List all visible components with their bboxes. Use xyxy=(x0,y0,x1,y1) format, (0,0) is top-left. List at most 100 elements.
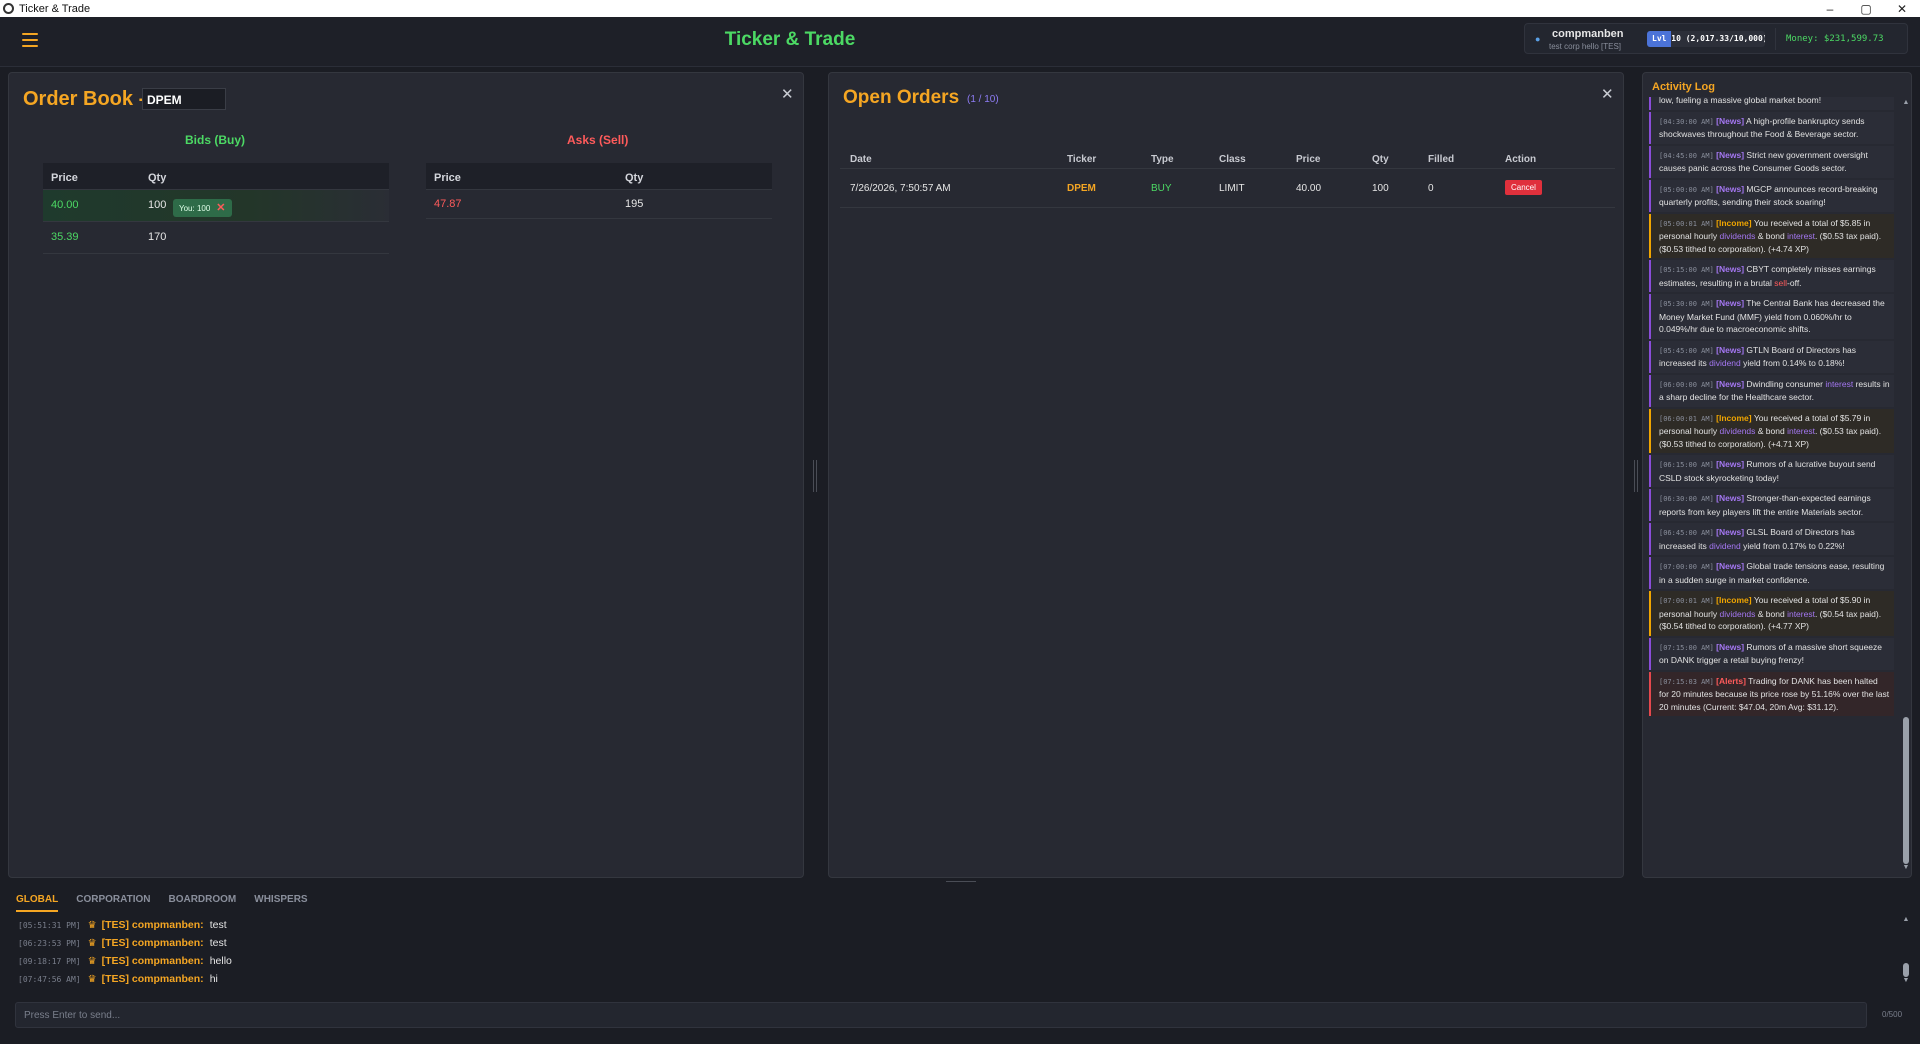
open-orders-panel: Open Orders (1 / 10) ✕ Date Ticker Type … xyxy=(828,72,1624,878)
bids-col-price: Price xyxy=(51,172,78,184)
open-order-row: 7/26/2026, 7:50:57 AM DPEM BUY LIMIT 40.… xyxy=(840,169,1615,208)
order-date: 7/26/2026, 7:50:57 AM xyxy=(850,183,951,194)
level-progress: Lvl 10 (2,017.33/10,000) xyxy=(1647,31,1765,47)
bid-price: 35.39 xyxy=(51,231,79,243)
log-text: & bond xyxy=(1755,231,1788,241)
user-name: compmanben xyxy=(1552,28,1624,40)
scroll-up-icon[interactable]: ▲ xyxy=(1902,916,1910,923)
window-title: Ticker & Trade xyxy=(19,2,91,15)
panel-resize-handle[interactable] xyxy=(813,460,817,492)
log-tag: [News] xyxy=(1716,183,1745,194)
my-order-badge: You: 100 ✕ xyxy=(173,199,232,217)
log-entry: [05:00:00 AM] [News] MGCP announces reco… xyxy=(1649,179,1894,212)
col-filled: Filled xyxy=(1428,154,1455,165)
asks-col-qty: Qty xyxy=(625,172,644,184)
activity-log-title: Activity Log xyxy=(1652,81,1715,93)
chat-text: test xyxy=(209,937,227,949)
panel-resize-handle[interactable] xyxy=(1634,460,1638,492)
log-text: yield from 0.17% to 0.22%! xyxy=(1740,540,1845,551)
cancel-order-button[interactable]: Cancel xyxy=(1505,180,1542,195)
order-ticker[interactable]: DPEM xyxy=(1067,183,1096,194)
chat-text: hello xyxy=(209,955,232,967)
log-time: [06:00:01 AM] xyxy=(1659,414,1714,423)
log-time: [07:00:01 AM] xyxy=(1659,597,1714,605)
order-price: 40.00 xyxy=(1296,183,1322,194)
minimize-button[interactable]: – xyxy=(1812,2,1848,16)
remove-icon[interactable]: ✕ xyxy=(216,202,225,214)
chat-tab-global[interactable]: GLOBAL xyxy=(16,894,59,912)
log-text: yield from 0.14% to 0.18%! xyxy=(1740,358,1845,368)
chat-time: [05:51:31 PM] xyxy=(18,920,81,930)
close-icon[interactable]: ✕ xyxy=(781,85,794,103)
col-ticker: Ticker xyxy=(1067,154,1097,165)
log-tag: [Income] xyxy=(1716,412,1752,423)
chat-panel: GLOBAL CORPORATION BOARDROOM WHISPERS [0… xyxy=(6,884,1914,1040)
maximize-button[interactable]: ▢ xyxy=(1848,2,1884,16)
chat-char-counter: 0/500 xyxy=(1882,1010,1903,1019)
log-tag: [News] xyxy=(1716,459,1745,469)
chat-text: hi xyxy=(209,973,218,985)
log-time: [06:15:00 AM] xyxy=(1659,461,1714,469)
log-tag: [News] xyxy=(1716,149,1745,160)
log-keyword: interest xyxy=(1787,608,1815,619)
close-icon[interactable]: ✕ xyxy=(1601,85,1614,103)
log-entry: [04:45:00 AM] [News] Strict new governme… xyxy=(1649,145,1894,178)
chat-user[interactable]: [TES] compmanben: xyxy=(102,919,204,931)
ticker-input[interactable]: DPEM xyxy=(142,88,226,110)
log-time: [06:45:00 AM] xyxy=(1659,529,1714,537)
ask-row[interactable]: 47.87 195 xyxy=(426,190,772,219)
chat-message: [05:51:31 PM] ♛ [TES] compmanben: test xyxy=(18,916,232,934)
menu-icon[interactable] xyxy=(22,33,38,47)
log-time: [05:00:01 AM] xyxy=(1659,219,1714,228)
log-entry: [06:30:00 AM] [News] Stronger-than-expec… xyxy=(1649,489,1894,521)
log-tag: [Income] xyxy=(1716,595,1752,605)
crown-icon: ♛ xyxy=(87,973,97,985)
chat-time: [09:18:17 PM] xyxy=(18,956,81,966)
open-orders-title: Open Orders xyxy=(843,87,960,108)
app-icon xyxy=(3,3,14,14)
money-display: Money: $231,599.73 xyxy=(1775,28,1903,50)
bids-title: Bids (Buy) xyxy=(185,133,245,147)
crown-icon: ♛ xyxy=(87,955,97,967)
chat-time: [06:23:53 PM] xyxy=(18,938,81,948)
asks-col-price: Price xyxy=(434,172,461,184)
log-keyword: interest xyxy=(1787,426,1815,436)
log-time: [07:15:00 AM] xyxy=(1659,643,1714,652)
crown-icon: ♛ xyxy=(87,937,97,949)
chat-user[interactable]: [TES] compmanben: xyxy=(102,973,204,985)
log-time: [05:30:00 AM] xyxy=(1659,300,1714,308)
log-keyword: dividend xyxy=(1709,358,1741,368)
user-icon: ● xyxy=(1535,34,1541,44)
bid-row[interactable]: 40.00 100 You: 100 ✕ xyxy=(43,190,389,222)
chat-tab-boardroom[interactable]: BOARDROOM xyxy=(168,894,236,912)
close-window-button[interactable]: ✕ xyxy=(1884,2,1920,16)
log-tag: [News] xyxy=(1716,527,1745,537)
chat-user[interactable]: [TES] compmanben: xyxy=(102,937,204,949)
activity-log-scrollbar[interactable]: ▲ ▼ xyxy=(1902,99,1910,871)
user-card[interactable]: ● compmanben test corp hello [TES] Lvl 1… xyxy=(1524,23,1908,54)
chat-user[interactable]: [TES] compmanben: xyxy=(102,955,204,967)
log-entry: [05:15:00 AM] [News] CBYT completely mis… xyxy=(1649,260,1894,292)
log-time: [05:00:00 AM] xyxy=(1659,185,1714,194)
log-tag: [News] xyxy=(1716,493,1745,503)
log-time: [04:45:00 AM] xyxy=(1659,151,1714,160)
bids-table: Price Qty 40.00 100 You: 100 ✕ 35.39 170 xyxy=(43,163,389,254)
scroll-down-icon[interactable]: ▼ xyxy=(1902,864,1910,871)
log-keyword: sell xyxy=(1774,277,1788,288)
log-text: Dwindling consumer xyxy=(1746,378,1826,389)
scroll-thumb[interactable] xyxy=(1903,963,1909,977)
log-tag: [News] xyxy=(1716,641,1745,652)
chat-scrollbar[interactable]: ▲ ▼ xyxy=(1902,916,1910,992)
chat-tab-whispers[interactable]: WHISPERS xyxy=(254,894,307,912)
chat-tab-corporation[interactable]: CORPORATION xyxy=(76,894,150,912)
col-price: Price xyxy=(1296,154,1321,165)
log-text: -off. xyxy=(1787,277,1802,288)
chat-input[interactable] xyxy=(15,1002,1867,1028)
log-tag: [News] xyxy=(1716,298,1745,308)
log-text: & bond xyxy=(1755,608,1788,619)
scroll-up-icon[interactable]: ▲ xyxy=(1902,99,1910,106)
scroll-thumb[interactable] xyxy=(1903,717,1909,864)
log-entry: [07:15:03 AM] [Alerts] Trading for DANK … xyxy=(1649,671,1894,716)
bid-row[interactable]: 35.39 170 xyxy=(43,222,389,254)
scroll-down-icon[interactable]: ▼ xyxy=(1902,977,1910,984)
